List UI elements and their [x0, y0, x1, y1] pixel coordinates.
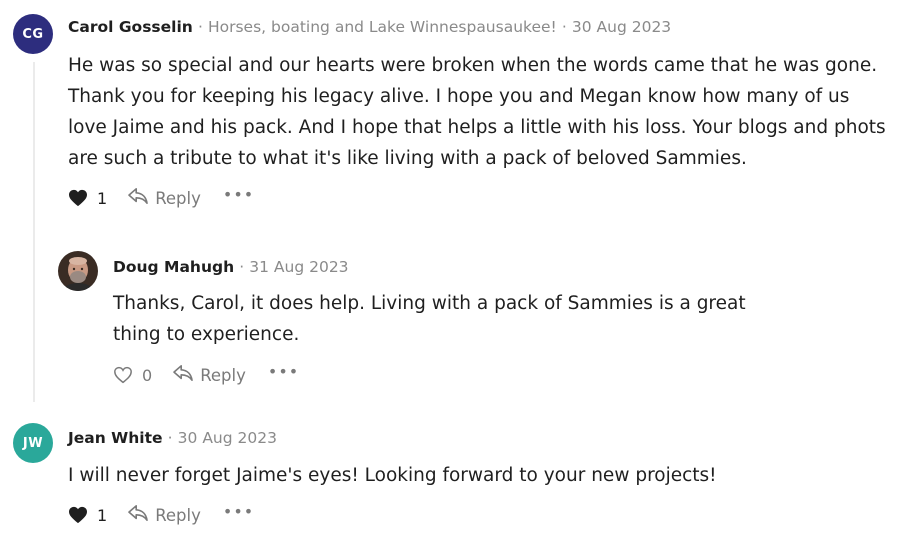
like-button[interactable]: 1: [68, 189, 107, 208]
reply-button[interactable]: Reply: [127, 187, 201, 209]
like-count: 1: [97, 188, 108, 208]
more-options-button[interactable]: •••: [268, 364, 299, 383]
comment-body: Thanks, Carol, it does help. Living with…: [113, 288, 793, 350]
comment-date[interactable]: 31 Aug 2023: [249, 258, 348, 276]
meta-separator: ·: [239, 258, 245, 276]
like-count: 0: [142, 365, 153, 385]
more-options-button[interactable]: •••: [223, 504, 254, 523]
reply-button[interactable]: Reply: [127, 504, 201, 526]
meta-separator: ·: [167, 429, 173, 447]
comment-text: Thanks, Carol, it does help. Living with…: [113, 293, 746, 345]
meta-separator: ·: [561, 18, 567, 36]
comment-meta: Doug Mahugh · 31 Aug 2023: [113, 256, 349, 278]
comment-body: I will never forget Jaime's eyes! Lookin…: [68, 460, 888, 491]
author-name[interactable]: Doug Mahugh: [113, 258, 234, 276]
like-button[interactable]: 0: [113, 366, 152, 385]
meta-separator: ·: [197, 18, 203, 36]
author-name[interactable]: Carol Gosselin: [68, 18, 193, 36]
heart-filled-icon: [68, 189, 88, 207]
comment-actions: 1 Reply •••: [68, 502, 254, 528]
publication-name[interactable]: Horses, boating and Lake Winnespausaukee…: [208, 18, 557, 36]
comment-meta: Carol Gosselin · Horses, boating and Lak…: [68, 16, 671, 38]
like-count: 1: [97, 505, 108, 525]
heart-outline-icon: [113, 366, 133, 384]
comment-meta: Jean White · 30 Aug 2023: [68, 427, 277, 449]
reply-button[interactable]: Reply: [172, 364, 246, 386]
comment-text: I will never forget Jaime's eyes! Lookin…: [68, 465, 717, 486]
comment-body: He was so special and our hearts were br…: [68, 50, 888, 174]
reply-label: Reply: [155, 505, 201, 525]
comment-text: He was so special and our hearts were br…: [68, 55, 886, 169]
comment-actions: 1 Reply •••: [68, 185, 254, 211]
author-photo-icon: [58, 251, 98, 291]
reply-arrow-icon: [127, 504, 149, 526]
thread-line: [33, 62, 35, 402]
like-button[interactable]: 1: [68, 506, 107, 525]
reply-label: Reply: [200, 365, 246, 385]
avatar[interactable]: [58, 251, 98, 291]
avatar-initials: JW: [22, 435, 44, 451]
heart-filled-icon: [68, 506, 88, 524]
comment-actions: 0 Reply •••: [113, 362, 299, 388]
reply-arrow-icon: [172, 364, 194, 386]
comment-date[interactable]: 30 Aug 2023: [178, 429, 277, 447]
more-options-button[interactable]: •••: [223, 187, 254, 206]
avatar[interactable]: JW: [13, 423, 53, 463]
author-name[interactable]: Jean White: [68, 429, 163, 447]
reply-arrow-icon: [127, 187, 149, 209]
reply-label: Reply: [155, 188, 201, 208]
comment-date[interactable]: 30 Aug 2023: [572, 18, 671, 36]
avatar[interactable]: CG: [13, 14, 53, 54]
avatar-initials: CG: [22, 26, 44, 42]
